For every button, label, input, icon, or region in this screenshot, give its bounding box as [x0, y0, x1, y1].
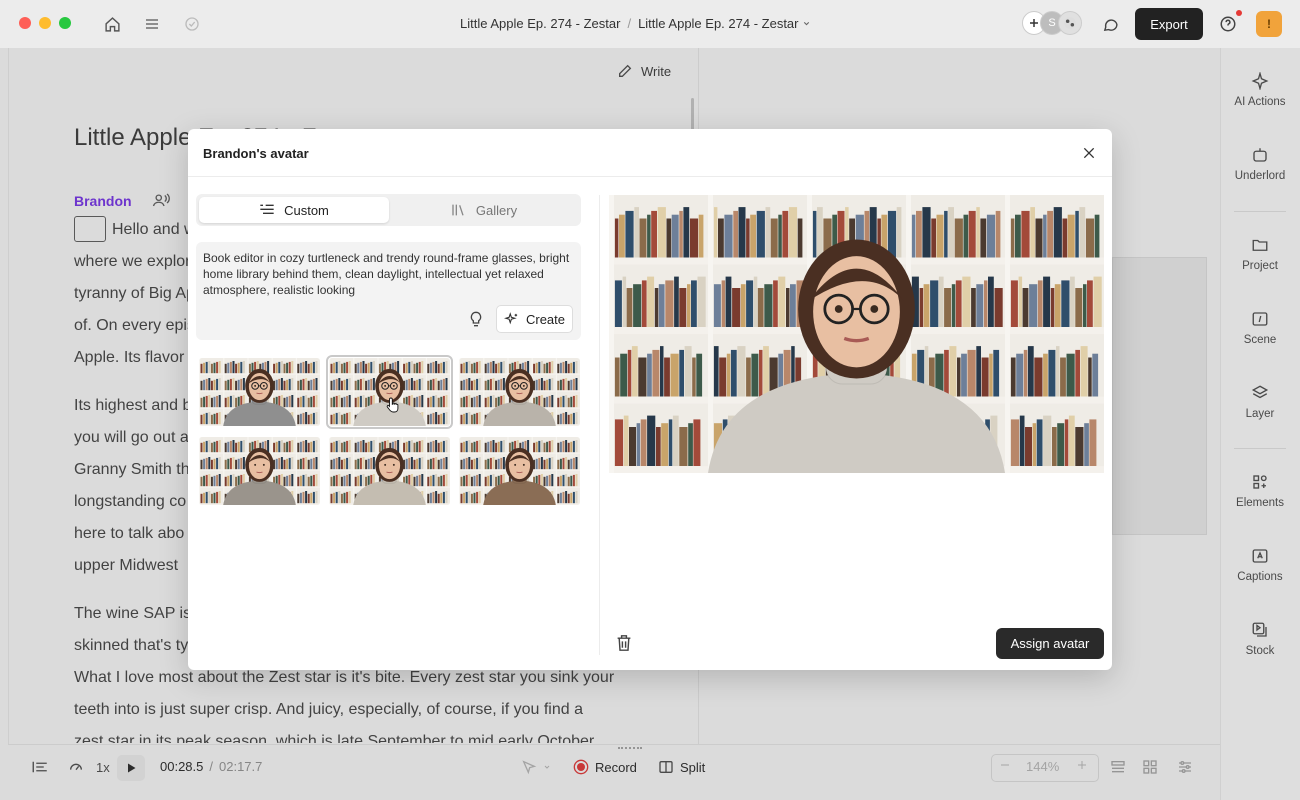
- sync-check-icon: [181, 13, 203, 35]
- prompt-text[interactable]: Book editor in cozy turtleneck and trend…: [203, 250, 573, 298]
- breadcrumb: Little Apple Ep. 274 - Zestar / Little App…: [460, 16, 811, 31]
- help-icon[interactable]: [1217, 13, 1239, 35]
- tab-custom-label: Custom: [284, 202, 329, 218]
- menu-icon[interactable]: [141, 13, 163, 35]
- hand-cursor-icon: [386, 396, 400, 419]
- minimize-window-button[interactable]: [39, 17, 51, 29]
- assign-avatar-button[interactable]: Assign avatar: [996, 628, 1104, 659]
- create-label: Create: [525, 311, 566, 327]
- avatar-preview-image: [609, 195, 1104, 473]
- prompt-field[interactable]: Book editor in cozy turtleneck and trend…: [196, 242, 581, 340]
- export-button[interactable]: Export: [1135, 8, 1203, 40]
- user-avatar[interactable]: !: [1256, 11, 1282, 37]
- sparkle-icon: [503, 311, 518, 324]
- custom-list-icon: [260, 204, 274, 214]
- collaborators[interactable]: S: [1022, 11, 1084, 37]
- avatar-thumbnail[interactable]: [199, 437, 320, 505]
- library-icon: [452, 204, 464, 216]
- tab-gallery[interactable]: Gallery: [389, 197, 579, 223]
- collaborator-photo-avatar: [1058, 11, 1082, 35]
- avatar-thumbnail[interactable]: [199, 358, 320, 426]
- create-button[interactable]: Create: [496, 305, 573, 333]
- avatar-thumbnail[interactable]: [459, 358, 580, 426]
- home-icon[interactable]: [101, 13, 123, 35]
- avatar-thumbnail[interactable]: [329, 437, 450, 505]
- breadcrumb-separator: /: [627, 16, 632, 31]
- breadcrumb-project[interactable]: Little Apple Ep. 274 - Zestar: [460, 16, 620, 31]
- maximize-window-button[interactable]: [59, 17, 71, 29]
- panel-divider: [599, 195, 600, 655]
- notification-dot: [1236, 10, 1242, 16]
- dialog-title: Brandon's avatar: [203, 146, 309, 161]
- dialog-divider: [188, 176, 1112, 177]
- close-icon[interactable]: [1081, 145, 1097, 161]
- tab-gallery-label: Gallery: [475, 202, 518, 218]
- avatar-dialog: Brandon's avatar Custom Gallery Book edi…: [188, 129, 1112, 670]
- breadcrumb-composition[interactable]: Little Apple Ep. 274 - Zestar: [638, 16, 798, 31]
- avatar-thumbnail[interactable]: [459, 437, 580, 505]
- chevron-down-icon[interactable]: [802, 16, 811, 31]
- close-window-button[interactable]: [19, 17, 31, 29]
- user-avatar-glyph: !: [1267, 17, 1271, 31]
- lightbulb-icon[interactable]: [466, 308, 486, 330]
- trash-icon[interactable]: [616, 634, 632, 652]
- tab-custom[interactable]: Custom: [199, 197, 389, 223]
- avatar-source-tabs: Custom Gallery: [196, 194, 581, 226]
- comments-icon[interactable]: [1099, 13, 1121, 35]
